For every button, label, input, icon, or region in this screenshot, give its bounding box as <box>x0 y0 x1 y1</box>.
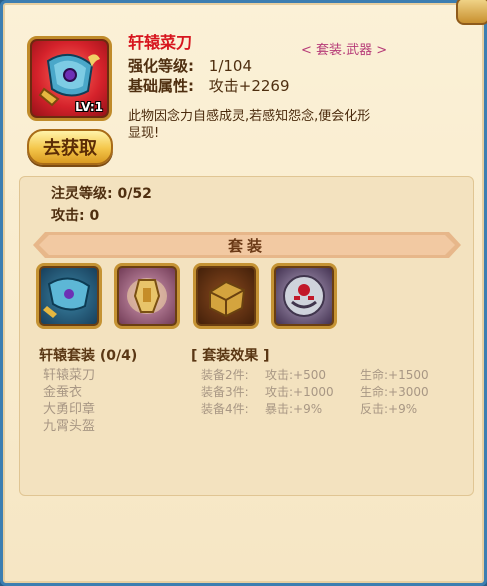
set-banner-label: 套装 <box>227 236 266 255</box>
item-type: < 套装.武器 > <box>301 43 388 58</box>
set-member: 九霄头盔 <box>43 419 96 434</box>
effect-stat: 生命:+1500 <box>360 368 429 382</box>
effect-stat: 反击:+9% <box>360 402 418 416</box>
effect-requirement: 装备4件: <box>201 402 249 416</box>
base-stat-label: 基础属性: <box>128 77 194 95</box>
get-item-button[interactable]: 去获取 <box>27 129 113 165</box>
helmet-icon <box>283 275 325 317</box>
effect-stat: 暴击:+9% <box>265 402 323 416</box>
seal-icon <box>209 280 246 318</box>
set-item-cleaver[interactable] <box>36 263 102 329</box>
set-item-helmet[interactable] <box>271 263 337 329</box>
item-detail-panel: LV:1 去获取 轩辕菜刀 < 套装.武器 > 强化等级: 1/104 基础属性… <box>0 0 487 586</box>
item-icon: LV:1 <box>27 36 112 121</box>
item-description: 此物因念力自感成灵,若感知怨念,便会化形显现! <box>128 109 371 141</box>
set-title: 轩辕套装 (0/4) <box>39 348 138 364</box>
cleaver-weapon-icon <box>43 277 91 318</box>
set-item-seal[interactable] <box>193 263 259 329</box>
close-button[interactable] <box>456 0 487 25</box>
set-banner: 套装 <box>33 232 461 258</box>
effect-stat: 攻击:+1000 <box>265 385 334 399</box>
base-stat-value: 攻击+2269 <box>208 77 290 95</box>
effect-stat: 生命:+3000 <box>360 385 429 399</box>
item-name: 轩辕菜刀 <box>128 33 193 52</box>
set-effect-title: [ 套装效果 ] <box>191 348 270 364</box>
level-badge: LV:1 <box>75 100 103 114</box>
base-stat-row: 基础属性: 攻击+2269 <box>128 75 290 96</box>
refine-level: 注灵等级: 0/52 <box>51 186 152 202</box>
effect-stat: 攻击:+500 <box>265 368 327 382</box>
effect-requirement: 装备3件: <box>201 385 249 399</box>
enhance-value: 1/104 <box>208 57 253 75</box>
refine-attack: 攻击: 0 <box>51 208 100 224</box>
enhance-level-row: 强化等级: 1/104 <box>128 55 252 76</box>
effect-requirement: 装备2件: <box>201 368 249 382</box>
enhance-label: 强化等级: <box>128 57 194 75</box>
set-item-armor[interactable] <box>114 263 180 329</box>
golden-armor-icon <box>127 278 167 314</box>
